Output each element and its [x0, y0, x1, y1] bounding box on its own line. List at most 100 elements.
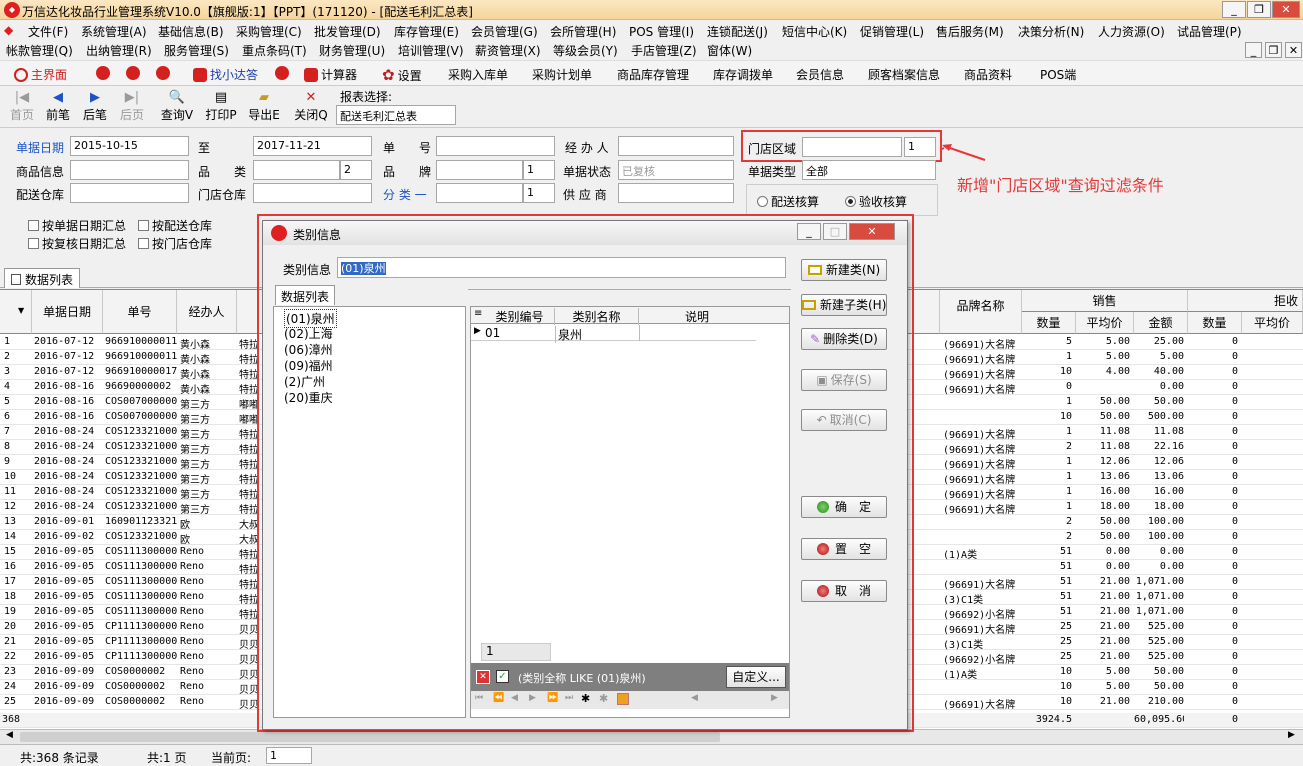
- clear-button[interactable]: 置 空: [801, 538, 887, 560]
- table-cell: 0: [1231, 576, 1238, 587]
- col-brand[interactable]: 品牌名称: [940, 290, 1022, 334]
- table-cell: Reno: [180, 651, 205, 662]
- table-cell: 0: [1231, 546, 1238, 557]
- table-cell: 黄小森: [180, 355, 210, 366]
- scroll-left-icon[interactable]: ◀: [691, 693, 698, 703]
- table-cell: 2016-09-05: [34, 546, 95, 557]
- dialog-title-bar: 类别信息 _ □ ✕: [263, 221, 907, 245]
- nav-filter-icon[interactable]: [617, 693, 629, 705]
- category-table[interactable]: ≡ 类别编号 类别名称 说明 ▶ 01 泉州 1 ✕ ✓ (类别全称 LIKE …: [470, 306, 790, 718]
- table-cell: 黄小森: [180, 385, 210, 396]
- col-sales-amt[interactable]: 金额: [1134, 312, 1188, 334]
- table-cell: 第三方: [180, 460, 210, 471]
- nav-last-icon[interactable]: ⏭: [565, 693, 573, 703]
- scroll-right-icon[interactable]: ▶: [1288, 730, 1295, 740]
- cancel-label: 取 消: [834, 584, 871, 598]
- table-cell: 17: [4, 576, 17, 587]
- col-sales-qty[interactable]: 数量: [1022, 312, 1076, 334]
- clear-red-icon: [816, 543, 829, 555]
- col-sales-avg[interactable]: 平均价: [1076, 312, 1134, 334]
- current-page-field[interactable]: 1: [266, 747, 312, 764]
- table-cell: 160901123321: [105, 516, 177, 527]
- eraser-icon: ✎: [810, 332, 821, 346]
- save-button[interactable]: ▣ 保存(S): [801, 369, 887, 391]
- table-cell: 2016-08-24: [34, 426, 95, 437]
- table-cell: 16.00: [1153, 486, 1184, 497]
- category-table-row[interactable]: ▶ 01 泉州: [471, 325, 756, 343]
- nav-append-icon[interactable]: ✱: [599, 692, 608, 705]
- col-category-name[interactable]: 类别名称: [555, 308, 639, 325]
- table-cell: 0: [1231, 501, 1238, 512]
- table-cell: 1: [1065, 471, 1072, 482]
- table-cell: 第三方: [180, 430, 210, 441]
- dialog-info-field[interactable]: (01)泉州: [337, 257, 786, 278]
- nav-first-icon[interactable]: ⏮: [475, 693, 483, 703]
- table-cell: 51: [1059, 591, 1072, 602]
- table-cell: 2: [1065, 531, 1072, 542]
- tree-item[interactable]: (20)重庆: [284, 389, 333, 406]
- table-cell: 40.00: [1153, 366, 1184, 377]
- table-cell: COS111300000: [105, 546, 177, 557]
- dialog-minimize-icon[interactable]: _: [797, 223, 821, 240]
- table-cell: 20: [4, 621, 17, 632]
- cancel-button[interactable]: 取 消: [801, 580, 887, 602]
- table-cell: 14: [4, 531, 17, 542]
- col-rej-qty[interactable]: 数量: [1188, 312, 1242, 334]
- dialog-tab-data-list[interactable]: 数据列表: [275, 285, 336, 305]
- table-cell: 10: [1059, 696, 1072, 707]
- new-icon: [807, 265, 822, 275]
- table-cell: COS007000000: [105, 411, 177, 422]
- table-cell: 100.00: [1147, 516, 1184, 527]
- nav-prev-icon[interactable]: ◀: [511, 693, 518, 703]
- table-cell: 16: [4, 561, 17, 572]
- list-icon: ≡: [474, 308, 483, 319]
- dialog-maximize-icon: □: [823, 223, 847, 240]
- nav-nextpage-icon[interactable]: ⏩: [547, 693, 558, 703]
- tree-item[interactable]: (06)漳州: [284, 341, 333, 358]
- scroll-thumb[interactable]: [20, 732, 720, 742]
- table-cell: (96691)大名牌: [943, 580, 1016, 591]
- table-cell: 21.00: [1099, 621, 1130, 632]
- col-rej-avg[interactable]: 平均价: [1242, 312, 1303, 334]
- table-cell: 10: [4, 471, 17, 482]
- scroll-right-icon[interactable]: ▶: [771, 693, 778, 703]
- table-cell: 21.00: [1099, 696, 1130, 707]
- table-cell: (96691)大名牌: [943, 430, 1016, 441]
- clear-label: 置 空: [834, 542, 871, 556]
- filter-checkbox-icon[interactable]: ✓: [496, 670, 509, 683]
- delete-category-button[interactable]: ✎ 删除类(D): [801, 328, 887, 350]
- table-cell: 2016-09-01: [34, 516, 95, 527]
- col-description[interactable]: 说明: [639, 308, 755, 325]
- table-cell: Reno: [180, 636, 205, 647]
- tree-item[interactable]: (09)福州: [284, 357, 333, 374]
- col-docno[interactable]: 单号: [103, 290, 177, 334]
- new-category-button[interactable]: 新建类(N): [801, 259, 887, 281]
- dialog-close-icon[interactable]: ✕: [849, 223, 895, 240]
- cancel-edit-button[interactable]: ↶ 取消(C): [801, 409, 887, 431]
- scroll-left-icon[interactable]: ◀: [6, 730, 13, 740]
- tree-item[interactable]: (2)广州: [284, 373, 325, 390]
- table-cell: 8: [4, 441, 11, 452]
- nav-insert-icon[interactable]: ✱: [581, 692, 590, 705]
- cancel-edit-label: 取消(C): [829, 413, 872, 427]
- new-subcategory-button[interactable]: 新建子类(H): [801, 294, 887, 316]
- nav-prevpage-icon[interactable]: ⏪: [493, 693, 504, 703]
- category-tree[interactable]: (01)泉州 (02)上海 (06)漳州 (09)福州 (2)广州 (20)重庆: [273, 306, 466, 718]
- col-category-code[interactable]: 类别编号: [485, 308, 555, 325]
- customize-button[interactable]: 自定义...: [726, 666, 786, 688]
- col-date[interactable]: 单据日期: [32, 290, 103, 334]
- tree-item[interactable]: (02)上海: [284, 325, 333, 342]
- table-cell: 23: [4, 666, 17, 677]
- table-cell: 9: [4, 456, 11, 467]
- clear-filter-icon[interactable]: ✕: [476, 670, 490, 684]
- table-cell: 0: [1231, 666, 1238, 677]
- table-cell: 1: [1065, 501, 1072, 512]
- table-cell: 0: [1231, 486, 1238, 497]
- nav-next-icon[interactable]: ▶: [529, 693, 536, 703]
- table-cell: COS123321000: [105, 441, 177, 452]
- ok-button[interactable]: 确 定: [801, 496, 887, 518]
- table-cell: 4.00: [1105, 366, 1130, 377]
- table-cell: CP1111300000: [105, 651, 177, 662]
- tab-data-list[interactable]: 数据列表: [4, 268, 81, 288]
- col-handler[interactable]: 经办人: [177, 290, 237, 334]
